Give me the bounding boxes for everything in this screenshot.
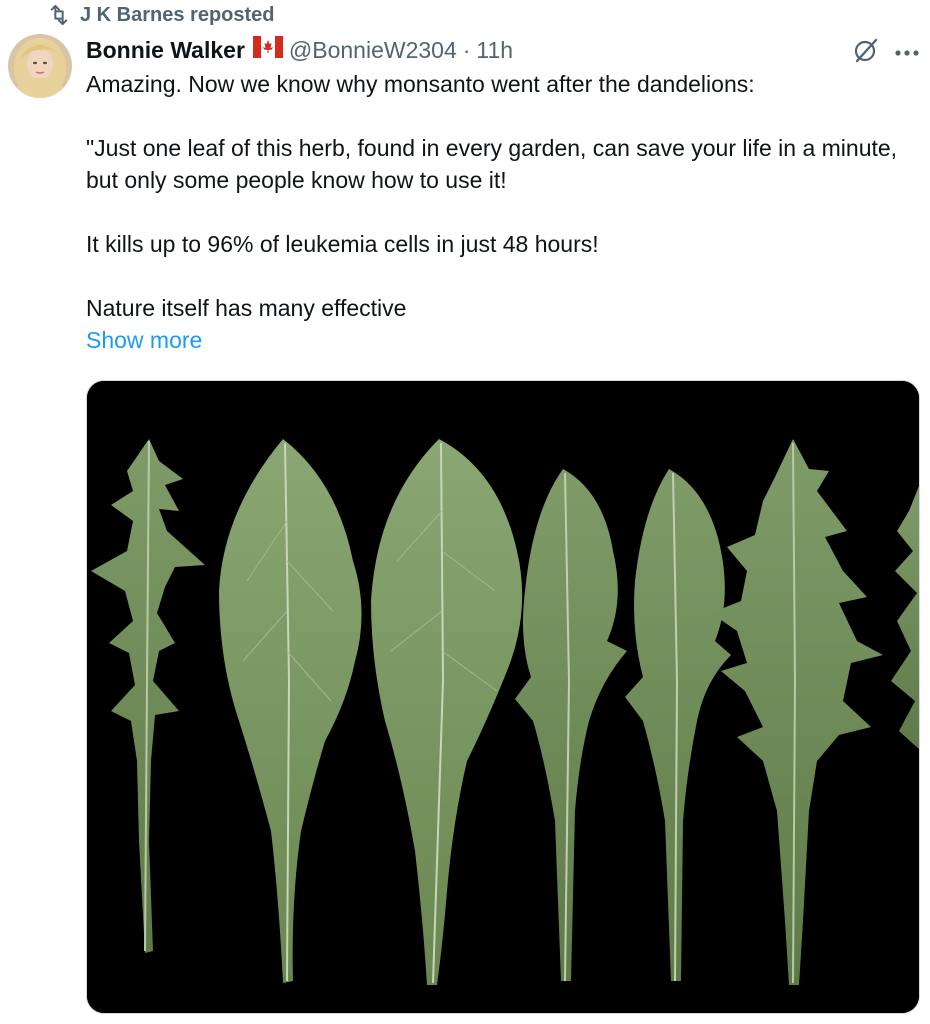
tweet-header: Bonnie Walker @BonnieW2304 · 11h (86, 34, 513, 66)
tweet-text: Amazing. Now we know why monsanto went a… (86, 68, 906, 356)
repost-indicator[interactable]: J K Barnes reposted (48, 2, 275, 28)
show-more-link[interactable]: Show more (86, 324, 906, 356)
tweet-text-line: It kills up to 96% of leukemia cells in … (86, 231, 599, 257)
tweet-text-line: Nature itself has many effective (86, 295, 407, 321)
repost-icon (48, 5, 70, 25)
post-timestamp[interactable]: 11h (476, 37, 513, 64)
repost-label: J K Barnes reposted (80, 3, 275, 26)
more-options-icon[interactable] (894, 44, 920, 62)
avatar[interactable] (8, 34, 72, 98)
author-display-name[interactable]: Bonnie Walker (86, 37, 245, 64)
tweet-text-line: Amazing. Now we know why monsanto went a… (86, 71, 755, 97)
tweet-text-line: "Just one leaf of this herb, found in ev… (86, 135, 898, 193)
separator-dot: · (462, 36, 471, 63)
grok-icon[interactable] (852, 36, 880, 69)
canada-flag-icon (252, 36, 283, 64)
tweet-media-image[interactable] (86, 380, 920, 1014)
dandelion-leaves-image (87, 381, 919, 1013)
header-actions (852, 36, 920, 69)
author-handle[interactable]: @BonnieW2304 (289, 37, 457, 64)
